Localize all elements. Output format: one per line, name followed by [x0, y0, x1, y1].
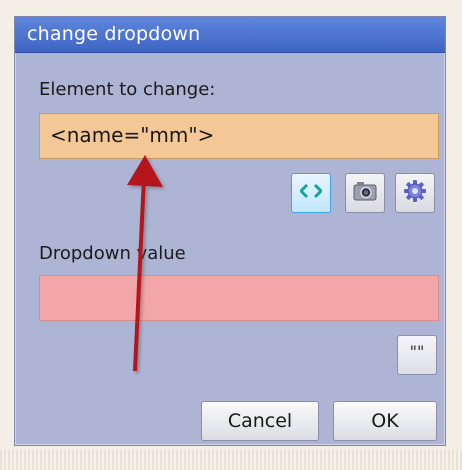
title-bar: change dropdown [15, 17, 445, 53]
dropdown-value-field[interactable] [39, 275, 439, 321]
settings-button[interactable] [395, 173, 435, 213]
code-icon [298, 183, 324, 203]
element-to-change-field[interactable]: <name="mm"> [39, 113, 439, 159]
dropdown-value-label: Dropdown value [39, 243, 186, 264]
change-dropdown-dialog: change dropdown Element to change: <name… [14, 16, 446, 446]
camera-button[interactable] [345, 173, 385, 213]
gear-icon [403, 179, 427, 207]
ok-button[interactable]: OK [333, 401, 437, 441]
code-button[interactable] [291, 173, 331, 213]
camera-icon [352, 180, 378, 206]
element-label: Element to change: [39, 79, 216, 100]
element-to-change-value: <name="mm"> [50, 123, 215, 147]
cancel-button[interactable]: Cancel [201, 401, 319, 441]
background-strip [0, 450, 462, 470]
dialog-title: change dropdown [27, 23, 201, 45]
quote-button[interactable]: "" [397, 335, 437, 375]
